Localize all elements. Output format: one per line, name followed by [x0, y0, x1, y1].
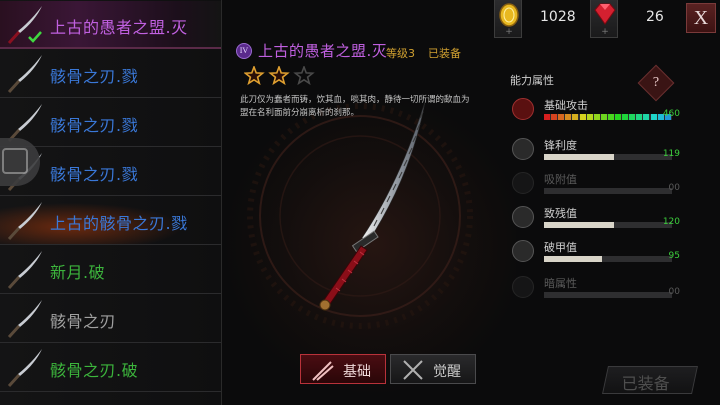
tab-basic[interactable]: 基础	[300, 354, 386, 384]
weapon-name: 骸骨之刃.戮	[50, 67, 139, 86]
sword-thumbnail-icon	[7, 300, 42, 339]
sharpness-icon	[512, 138, 534, 160]
dark-element-icon	[512, 276, 534, 298]
equipped-tag: 已装备	[428, 47, 461, 60]
sword-slash-icon	[312, 361, 334, 381]
stat-label: 致残值	[544, 207, 577, 220]
stat-bar-segment	[572, 114, 579, 120]
weapon-name: 上古的愚者之盟.灭	[50, 18, 188, 37]
stat-bar	[544, 256, 672, 262]
star-empty-icon	[293, 66, 315, 86]
gold-coin-icon: +	[494, 0, 522, 38]
weapon-title: 上古的愚者之盟.灭	[258, 42, 388, 60]
crossed-blades-icon	[403, 360, 423, 380]
stat-label: 锋利度	[544, 139, 577, 152]
tab-awaken[interactable]: 觉醒	[390, 354, 476, 384]
equipped-check-icon	[28, 31, 42, 43]
stat-row: 基础攻击 460	[510, 98, 690, 138]
stat-bar-segment	[643, 114, 650, 120]
gold-counter: + 1028	[494, 0, 594, 38]
stat-bar	[544, 114, 672, 120]
stat-bar-segment	[622, 114, 629, 120]
stat-bar-segment	[629, 114, 636, 120]
weapon-list-item[interactable]: 骸骨之刃.破	[0, 344, 221, 392]
svg-text:+: +	[601, 27, 609, 37]
sword-thumbnail-icon	[7, 55, 42, 94]
stat-bar-segment	[600, 114, 607, 120]
stat-value: 120	[662, 217, 680, 227]
stat-bar	[544, 154, 672, 160]
tab-basic-label: 基础	[343, 364, 371, 380]
stat-bar-segment	[558, 114, 565, 120]
weapon-list-item[interactable]: 骸骨之刃	[0, 295, 221, 343]
stat-bar	[544, 222, 672, 228]
sword-thumbnail-icon	[7, 251, 42, 290]
stat-row: 暗属性 00	[510, 276, 690, 316]
star-rating	[244, 66, 315, 86]
stat-value: 00	[668, 287, 680, 297]
stat-label: 基础攻击	[544, 99, 588, 112]
stat-bar	[544, 188, 672, 194]
stat-value: 460	[662, 109, 680, 119]
stat-label: 暗属性	[544, 277, 577, 290]
equip-button[interactable]: 已装备	[602, 366, 698, 394]
drawer-icon	[2, 148, 28, 174]
sword-thumbnail-icon	[7, 349, 42, 388]
close-button[interactable]: X	[686, 3, 716, 33]
stat-bar-segment	[650, 114, 657, 120]
weapon-list-item[interactable]: 骸骨之刃.戮	[0, 99, 221, 147]
weapon-name: 骸骨之刃.戮	[50, 165, 139, 184]
attack-icon	[512, 98, 534, 120]
weapon-name: 骸骨之刃.破	[50, 361, 139, 380]
tab-awaken-label: 觉醒	[433, 364, 461, 380]
weapon-list-item[interactable]: 新月.破	[0, 246, 221, 294]
weapon-level: 等级3	[386, 47, 415, 60]
star-filled-icon	[268, 66, 290, 86]
weapon-list-item[interactable]: 上古的愚者之盟.灭	[0, 1, 221, 49]
sword-thumbnail-icon	[7, 202, 42, 241]
gold-value: 1028	[540, 9, 576, 25]
stat-bar-segment	[607, 114, 614, 120]
stat-value: 95	[668, 251, 680, 261]
stat-bar-segment	[615, 114, 621, 120]
stat-bar-fill	[544, 222, 615, 228]
stat-label: 破甲值	[544, 241, 577, 254]
stat-bar-segment	[551, 114, 558, 120]
stat-bar-segment	[636, 114, 643, 120]
tier-badge: IV	[236, 43, 252, 59]
svg-text:+: +	[505, 27, 513, 37]
stat-row: 破甲值 95	[510, 240, 690, 280]
stat-bar-fill	[544, 154, 615, 160]
stat-bar-segment	[593, 114, 600, 120]
star-filled-icon	[244, 66, 265, 86]
weapon-list-item[interactable]: 骸骨之刃.戮	[0, 50, 221, 98]
armor-break-icon	[512, 240, 534, 262]
gem-value: 26	[646, 9, 664, 25]
stat-bar-fill	[544, 256, 602, 262]
equip-button-label: 已装备	[621, 374, 670, 393]
weapon-name: 上古的骸骨之刃.戮	[50, 214, 188, 233]
weapon-list: 上古的愚者之盟.灭 骸骨之刃.戮 骸骨之刃.戮 骸骨之刃.戮上古的骸骨之刃.戮 新月.破…	[0, 0, 222, 405]
weapon-name: 骸骨之刃	[50, 312, 117, 331]
stats-title: 能力属性	[510, 74, 554, 87]
stat-bar-segment	[544, 114, 550, 120]
help-button[interactable]: ?	[637, 64, 675, 102]
weapon-name: 新月.破	[50, 263, 106, 282]
question-mark-icon: ?	[652, 75, 660, 90]
weapon-list-item[interactable]: 上古的骸骨之刃.戮	[0, 197, 221, 245]
stat-bar-segment	[586, 114, 593, 120]
stat-label: 吸附值	[544, 173, 577, 186]
ruby-gem-icon: +	[590, 0, 618, 38]
stat-bar-segment	[579, 114, 586, 120]
gem-counter: + 26	[590, 0, 680, 38]
weapon-name: 骸骨之刃.戮	[50, 116, 139, 135]
cripple-icon	[512, 206, 534, 228]
stat-bar	[544, 292, 672, 298]
absorb-icon	[512, 172, 534, 194]
stat-value: 119	[662, 149, 680, 159]
stat-bar-segment	[565, 114, 572, 120]
katana-illustration	[319, 101, 426, 311]
stat-value: 00	[668, 183, 680, 193]
